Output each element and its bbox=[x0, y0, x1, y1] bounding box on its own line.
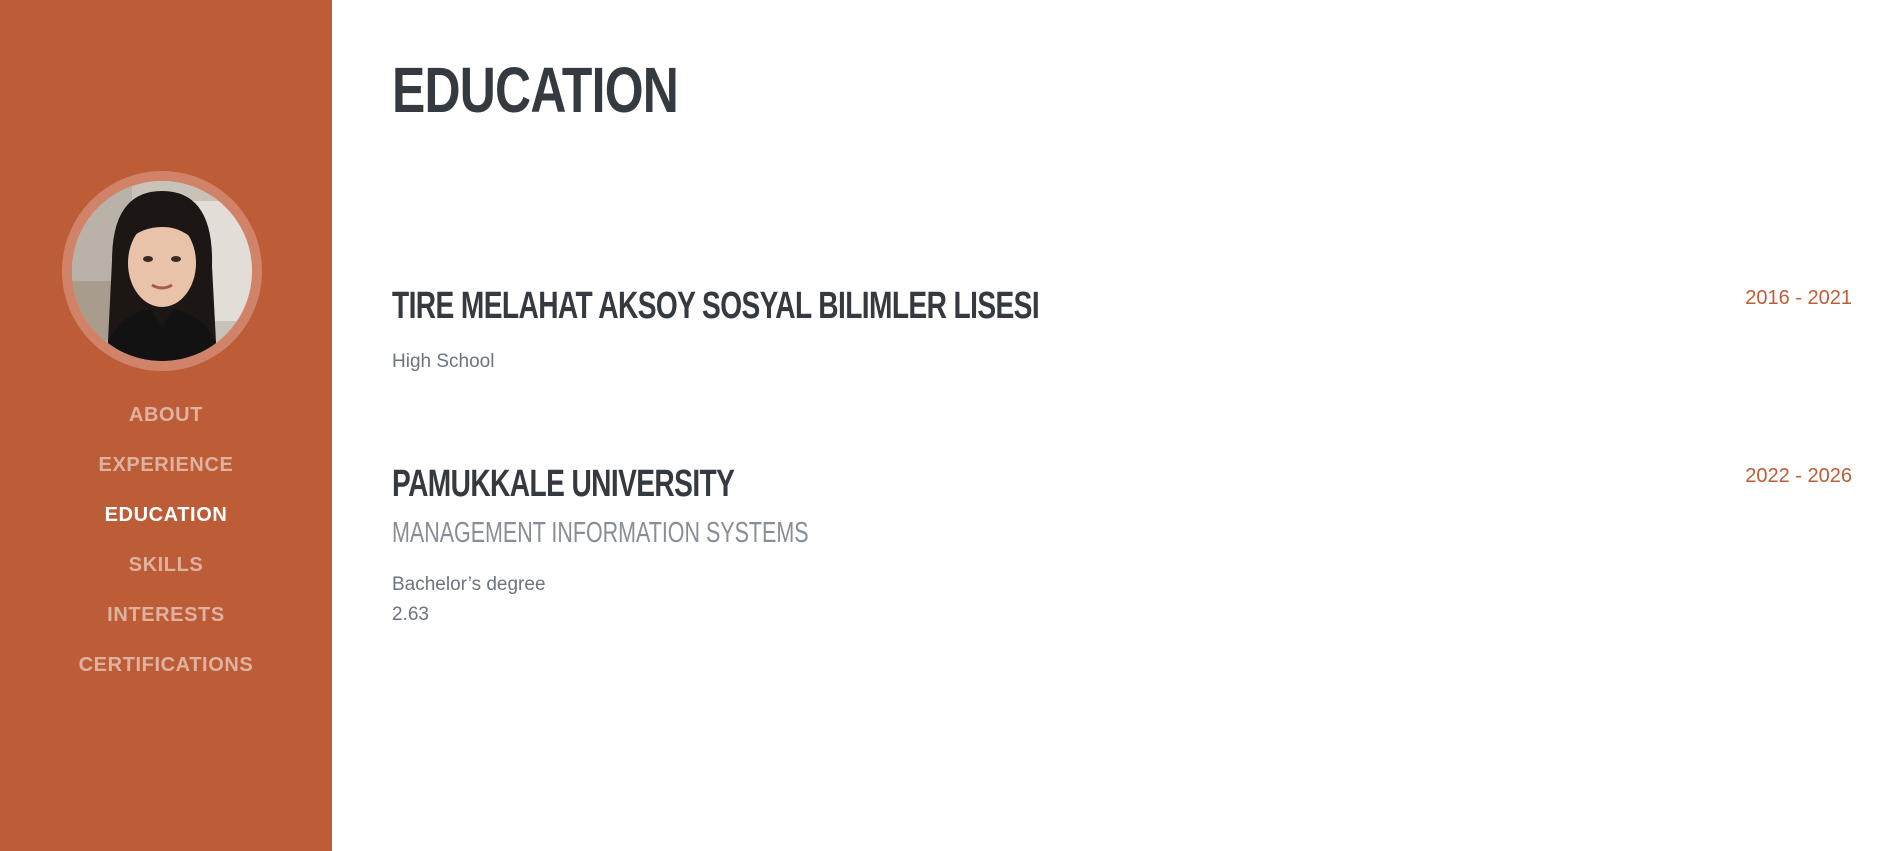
nav-link-interests[interactable]: INTERESTS bbox=[107, 604, 225, 626]
sidebar: ABOUT EXPERIENCE EDUCATION SKILLS INTERE… bbox=[0, 0, 332, 851]
avatar bbox=[72, 181, 252, 361]
degree-text: Bachelor’s degree bbox=[392, 574, 546, 595]
nav-item-interests: INTERESTS bbox=[0, 598, 332, 648]
nav-link-education[interactable]: EDUCATION bbox=[105, 504, 228, 526]
avatar-frame bbox=[62, 171, 262, 371]
school-name: PAMUKKALE UNIVERSITY bbox=[392, 463, 735, 505]
nav-link-experience[interactable]: EXPERIENCE bbox=[99, 454, 234, 476]
nav-item-experience: EXPERIENCE bbox=[0, 448, 332, 498]
degree-text: High School bbox=[392, 351, 495, 372]
nav-item-about: ABOUT bbox=[0, 398, 332, 448]
nav-link-about[interactable]: ABOUT bbox=[129, 404, 203, 426]
education-entry-university: PAMUKKALE UNIVERSITY MANAGEMENT INFORMAT… bbox=[392, 463, 1852, 630]
nav-item-certifications: CERTIFICATIONS bbox=[0, 648, 332, 698]
nav-item-education: EDUCATION bbox=[0, 498, 332, 548]
school-name: TIRE MELAHAT AKSOY SOSYAL BILIMLER LISES… bbox=[392, 285, 1040, 327]
education-entry-high-school: TIRE MELAHAT AKSOY SOSYAL BILIMLER LISES… bbox=[392, 285, 1852, 377]
date-range: 2022 - 2026 bbox=[1745, 465, 1852, 487]
main-content: EDUCATION TIRE MELAHAT AKSOY SOSYAL BILI… bbox=[332, 0, 1887, 851]
sidebar-nav: ABOUT EXPERIENCE EDUCATION SKILLS INTERE… bbox=[0, 398, 332, 698]
nav-item-skills: SKILLS bbox=[0, 548, 332, 598]
profile-photo bbox=[72, 181, 252, 361]
nav-link-certifications[interactable]: CERTIFICATIONS bbox=[79, 654, 254, 676]
program-name: MANAGEMENT INFORMATION SYSTEMS bbox=[392, 517, 809, 549]
gpa-text: 2.63 bbox=[392, 604, 429, 625]
date-range: 2016 - 2021 bbox=[1745, 287, 1852, 309]
nav-link-skills[interactable]: SKILLS bbox=[129, 554, 204, 576]
page-title: EDUCATION bbox=[392, 54, 679, 126]
